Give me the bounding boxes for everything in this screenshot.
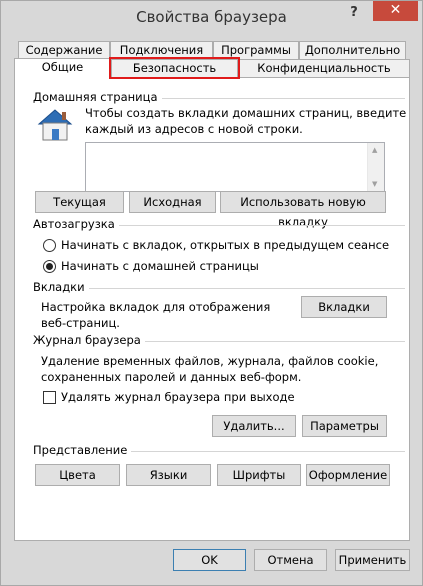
scroll-down-icon[interactable]: ▼ [372, 180, 377, 188]
delete-on-exit-checkbox[interactable] [43, 391, 56, 404]
home-page-instructions-line1: Чтобы создать вкладки домашних страниц, … [85, 106, 407, 120]
apply-button[interactable]: Применить [335, 549, 410, 571]
home-page-instructions-line2: каждый из адресов с новой строки. [85, 122, 303, 136]
tabs-description-line2: веб-страниц. [41, 316, 120, 330]
tab-security[interactable]: Безопасность [111, 59, 238, 78]
startup-home-label[interactable]: Начинать с домашней страницы [61, 258, 259, 274]
original-page-button[interactable]: Исходная [129, 191, 216, 213]
general-tab-panel: Домашняя страница Чтобы создать вкладки … [14, 77, 410, 541]
tabs-divider [33, 288, 405, 289]
tab-connections[interactable]: Подключения [110, 41, 213, 60]
ok-button[interactable]: OK [173, 549, 246, 571]
delete-history-button[interactable]: Удалить... [212, 415, 296, 437]
current-page-button[interactable]: Текущая [35, 191, 124, 213]
use-new-tab-button[interactable]: Использовать новую вкладку [220, 191, 386, 229]
delete-on-exit-label[interactable]: Удалять журнал браузера при выходе [61, 389, 295, 405]
addresses-scrollbar[interactable]: ▲ ▼ [367, 143, 384, 191]
cancel-button[interactable]: Отмена [254, 549, 327, 571]
browser-properties-dialog: Свойства браузера ? ✕ Содержание Подключ… [0, 0, 423, 586]
history-settings-button[interactable]: Параметры [302, 415, 387, 437]
tab-privacy[interactable]: Конфиденциальность [238, 59, 410, 78]
languages-button[interactable]: Языки [126, 464, 211, 486]
history-description-line1: Удаление временных файлов, журнала, файл… [41, 354, 379, 368]
title-bar[interactable]: Свойства браузера ? ✕ [1, 1, 422, 33]
appearance-group-label: Представление [33, 443, 132, 457]
history-group-label: Журнал браузера [33, 333, 145, 347]
colors-button[interactable]: Цвета [35, 464, 120, 486]
startup-tabs-label[interactable]: Начинать с вкладок, открытых в предыдуще… [61, 237, 389, 253]
tabs-description-line1: Настройка вкладок для отображения [41, 300, 271, 314]
fonts-button[interactable]: Шрифты [217, 464, 301, 486]
tabs-settings-button[interactable]: Вкладки [301, 296, 387, 318]
tab-programs[interactable]: Программы [213, 41, 299, 60]
startup-home-radio[interactable] [43, 260, 56, 273]
tab-advanced[interactable]: Дополнительно [299, 41, 406, 60]
accessibility-button[interactable]: Оформление [306, 464, 390, 486]
startup-group-label: Автозагрузка [33, 217, 119, 231]
home-page-group-label: Домашняя страница [33, 90, 162, 104]
help-button[interactable]: ? [347, 5, 361, 23]
tab-general[interactable]: Общие [14, 58, 111, 79]
close-button[interactable]: ✕ [373, 1, 418, 21]
history-description-line2: сохраненных паролей и данных веб-форм. [41, 370, 302, 384]
tabs-group-label: Вкладки [33, 280, 89, 294]
house-icon [37, 109, 73, 141]
home-page-addresses-input[interactable]: ▲ ▼ [85, 142, 385, 192]
startup-tabs-radio[interactable] [43, 239, 56, 252]
scroll-up-icon[interactable]: ▲ [372, 146, 377, 154]
